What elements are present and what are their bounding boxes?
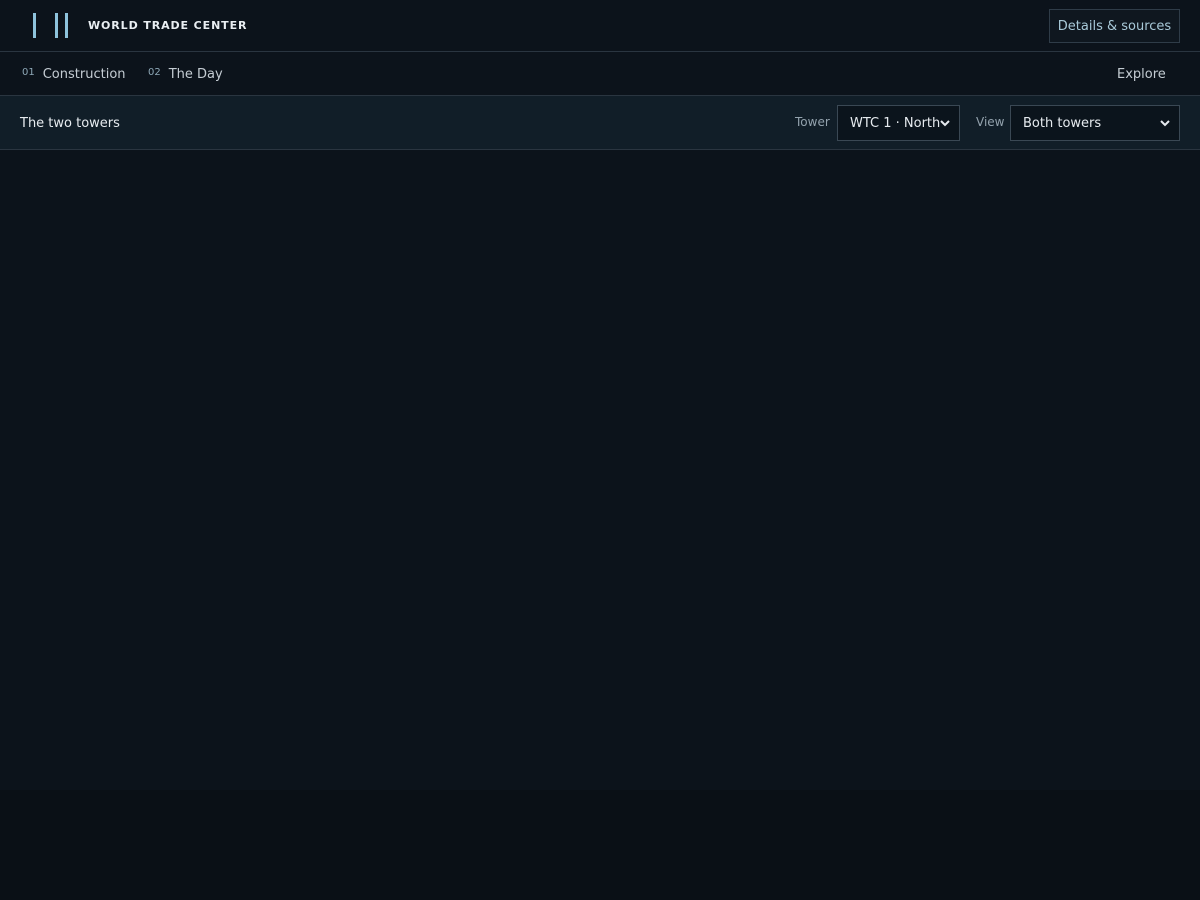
view-select-value: Both towers [1023,115,1102,131]
view-select[interactable]: Both towers [1010,105,1180,141]
controls-bar: The two towers Tower WTC 1 · North View … [0,96,1200,150]
brand-title[interactable]: WORLD TRADE CENTER [88,19,247,32]
chevron-down-icon [1160,120,1170,127]
nav-item-construction[interactable]: 01 Construction [22,52,126,96]
chapter-nav: 01 Construction 02 The Day Explore [0,52,1200,96]
tower-select-value: WTC 1 · North [850,115,941,131]
nav-item-label: Construction [42,66,126,82]
nav-item-the-day[interactable]: 02 The Day [148,52,223,96]
chevron-down-icon [940,120,950,127]
logo-bar [65,13,68,38]
visualization-canvas[interactable] [0,150,1200,790]
details-sources-button[interactable]: Details & sources [1049,9,1180,43]
nav-item-label: The Day [168,66,223,82]
tower-select[interactable]: WTC 1 · North [837,105,960,141]
top-bar: WORLD TRADE CENTER Details & sources [0,0,1200,52]
logo-bar [33,13,36,38]
view-label: View [976,115,1005,129]
nav-item-number: 01 [22,66,35,78]
page-footer-area [0,790,1200,900]
explore-link[interactable]: Explore [1117,52,1166,96]
twin-towers-logo-icon[interactable] [33,13,73,38]
logo-bar [55,13,58,38]
nav-item-number: 02 [148,66,161,78]
tower-label: Tower [795,115,830,129]
section-title: The two towers [20,115,120,131]
